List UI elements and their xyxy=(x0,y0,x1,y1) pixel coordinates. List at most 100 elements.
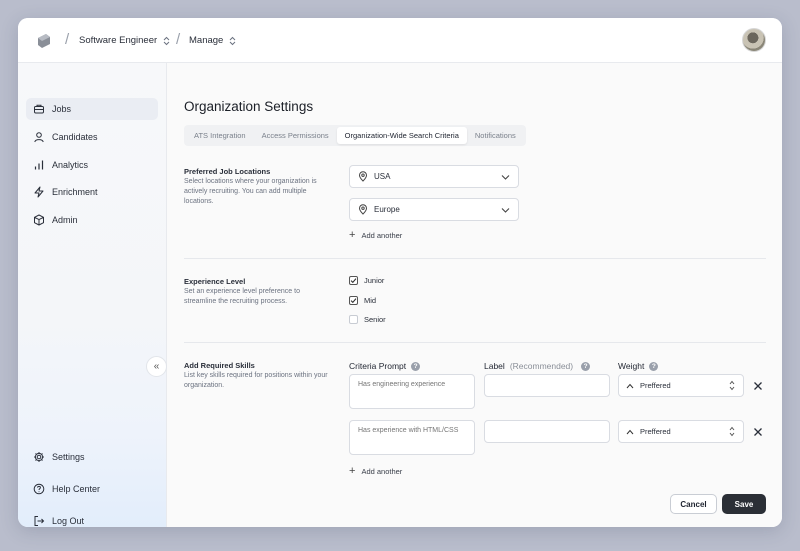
tab-organization-wide-search-criteria[interactable]: Organization-Wide Search Criteria xyxy=(336,127,467,144)
section-divider xyxy=(184,258,766,259)
label-header-label: Label xyxy=(484,361,505,371)
plus-icon: + xyxy=(349,465,356,477)
checkbox[interactable] xyxy=(349,315,358,324)
sidebar-item-candidates[interactable]: Candidates xyxy=(26,126,158,148)
criteria-prompt-header: Criteria Prompt ? xyxy=(349,361,421,371)
sidebar-item-label: Help Center xyxy=(52,484,101,494)
label-input[interactable] xyxy=(484,374,610,397)
app-window: / Software Engineer / Manage Jobs Candid… xyxy=(18,18,782,527)
skills-description: List key skills required for positions w… xyxy=(184,372,328,389)
add-location-button[interactable]: + Add another xyxy=(349,230,402,241)
remove-row-close-icon[interactable] xyxy=(752,380,764,392)
sidebar-item-label: Candidates xyxy=(52,132,98,142)
weight-header-label: Weight xyxy=(618,361,645,371)
chevron-up-down-icon xyxy=(729,380,735,391)
experience-senior-checkbox[interactable]: Senior xyxy=(349,315,386,324)
tab-access-permissions[interactable]: Access Permissions xyxy=(254,127,337,144)
label-header: Label (Recommended) ? xyxy=(484,361,591,371)
sidebar-item-analytics[interactable]: Analytics xyxy=(26,154,158,176)
briefcase-icon xyxy=(34,104,44,114)
help-circle-icon xyxy=(33,483,45,495)
experience-title: Experience Level xyxy=(184,277,246,286)
save-button[interactable]: Save xyxy=(722,494,766,514)
label-input[interactable] xyxy=(484,420,610,443)
location-value: USA xyxy=(374,172,391,181)
weight-value: Preffered xyxy=(640,381,671,390)
map-pin-icon xyxy=(358,171,368,182)
weight-select[interactable]: Preffered xyxy=(618,374,744,397)
locations-title: Preferred Job Locations xyxy=(184,167,271,176)
sidebar-item-help-center[interactable]: Help Center xyxy=(26,478,158,500)
check-icon xyxy=(350,298,357,304)
help-icon[interactable]: ? xyxy=(581,361,591,371)
sidebar-item-jobs[interactable]: Jobs xyxy=(26,98,158,120)
map-pin-icon xyxy=(358,204,368,215)
bar-chart-icon xyxy=(34,160,44,170)
check-icon xyxy=(350,278,357,284)
sidebar-item-label: Enrichment xyxy=(52,187,98,197)
checkbox-label: Mid xyxy=(364,296,377,305)
sidebar-item-log-out[interactable]: Log Out xyxy=(26,510,158,527)
sidebar-item-settings[interactable]: Settings xyxy=(26,446,158,468)
collapse-sidebar-button[interactable]: « xyxy=(146,356,167,377)
skills-title: Add Required Skills xyxy=(184,361,255,370)
add-location-label: Add another xyxy=(361,231,403,240)
weight-select[interactable]: Preffered xyxy=(618,420,744,443)
sidebar: Jobs Candidates Analytics Enrichment Adm… xyxy=(18,63,167,527)
checkbox[interactable] xyxy=(349,296,358,305)
user-avatar[interactable] xyxy=(742,28,766,52)
help-icon[interactable]: ? xyxy=(411,361,421,371)
experience-mid-checkbox[interactable]: Mid xyxy=(349,296,376,305)
plus-icon: + xyxy=(349,229,356,241)
experience-junior-checkbox[interactable]: Junior xyxy=(349,276,384,285)
logout-icon xyxy=(34,516,45,526)
lightning-icon xyxy=(34,186,44,198)
locations-description: Select locations where your organization… xyxy=(184,178,317,205)
double-chevron-left-icon: « xyxy=(153,361,160,372)
checkbox[interactable] xyxy=(349,276,358,285)
checkbox-label: Senior xyxy=(364,315,386,324)
location-value: Europe xyxy=(374,205,400,214)
sidebar-item-admin[interactable]: Admin xyxy=(26,209,158,231)
location-select-usa[interactable]: USA xyxy=(349,165,519,188)
help-icon[interactable]: ? xyxy=(649,361,659,371)
breadcrumb-project[interactable]: Software Engineer xyxy=(79,35,170,46)
breadcrumb-section[interactable]: Manage xyxy=(189,35,236,46)
label-header-hint: (Recommended) xyxy=(509,361,574,371)
breadcrumb-separator: / xyxy=(65,31,70,48)
sidebar-item-label: Analytics xyxy=(52,160,89,170)
chevron-down-icon xyxy=(501,175,510,180)
user-icon xyxy=(34,132,44,143)
location-select-europe[interactable]: Europe xyxy=(349,198,519,221)
main-content: Organization Settings ATS Integration Ac… xyxy=(167,63,782,527)
chevron-down-icon xyxy=(501,208,510,213)
breadcrumb-separator: / xyxy=(176,31,181,48)
criteria-prompt-input[interactable] xyxy=(349,420,475,455)
weight-value: Preffered xyxy=(640,427,671,436)
box-icon xyxy=(34,214,44,226)
app-logo-icon[interactable] xyxy=(35,32,53,50)
top-bar: / Software Engineer / Manage xyxy=(18,18,782,63)
chevron-up-down-icon xyxy=(729,426,735,437)
breadcrumb-section-label: Manage xyxy=(189,35,224,46)
add-skill-label: Add another xyxy=(361,467,403,476)
page-title: Organization Settings xyxy=(184,99,314,114)
remove-row-close-icon[interactable] xyxy=(752,426,764,438)
experience-description: Set an experience level preference to st… xyxy=(184,288,300,305)
chevron-up-down-icon xyxy=(163,36,170,45)
gear-icon xyxy=(34,452,44,462)
weight-header: Weight ? xyxy=(618,361,659,371)
sidebar-item-enrichment[interactable]: Enrichment xyxy=(26,181,158,203)
tab-ats-integration[interactable]: ATS Integration xyxy=(186,127,254,144)
sidebar-item-label: Admin xyxy=(52,215,78,225)
cancel-button[interactable]: Cancel xyxy=(670,494,717,514)
section-divider xyxy=(184,342,766,343)
breadcrumb-project-label: Software Engineer xyxy=(79,35,158,46)
checkbox-label: Junior xyxy=(364,276,385,285)
add-skill-button[interactable]: + Add another xyxy=(349,466,402,477)
criteria-prompt-input[interactable] xyxy=(349,374,475,409)
tab-notifications[interactable]: Notifications xyxy=(467,127,524,144)
sidebar-item-label: Log Out xyxy=(52,516,85,526)
sidebar-item-label: Jobs xyxy=(52,104,72,114)
chevron-up-icon xyxy=(626,383,634,388)
